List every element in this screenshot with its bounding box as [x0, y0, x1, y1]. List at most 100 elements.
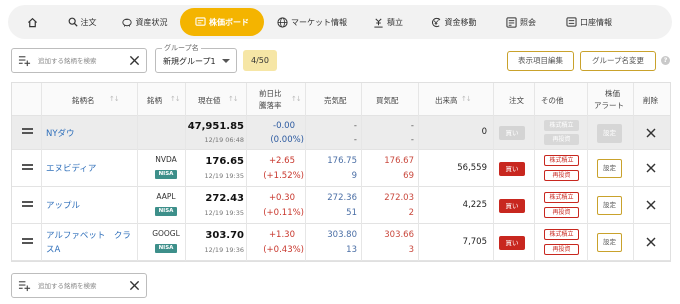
bid-qty: 2	[408, 208, 414, 218]
reinvest-button[interactable]: 再投資	[544, 170, 579, 181]
alert-setting-button[interactable]: 設定	[597, 233, 622, 252]
stock-name-link-line2[interactable]: スA	[46, 243, 60, 255]
close-icon[interactable]	[646, 163, 656, 173]
stock-code: GOOGL	[152, 229, 180, 238]
sort-icon[interactable]: ↑↓	[109, 95, 120, 103]
buy-button[interactable]: 買い	[499, 236, 525, 250]
nav-tsumitate[interactable]: 積立	[360, 5, 416, 39]
stock-tsumitate-button[interactable]: 株式積立	[544, 192, 579, 203]
price-change-pct: (+1.52%)	[263, 171, 304, 181]
nav-home[interactable]	[8, 5, 56, 39]
ask-price: -	[353, 121, 357, 131]
ask-qty: -	[353, 135, 357, 145]
stock-board-table: 銘柄名 ↑↓ 銘柄 ↑↓ 現在値 ↑↓ 前日比 騰落率 ↑↓ 売気配 買気配 出…	[11, 82, 671, 262]
col-code-header[interactable]: 銘柄	[147, 95, 162, 106]
nav-tsumitate-label: 積立	[387, 17, 403, 27]
nav-stock-board[interactable]: 株価ボード	[180, 8, 264, 36]
nav-account[interactable]: 口座情報	[552, 5, 626, 39]
volume: 0	[481, 127, 487, 137]
reinvest-button: 再投資	[544, 134, 579, 145]
drag-handle-icon[interactable]	[22, 238, 33, 246]
price-change-pct: (+0.11%)	[263, 208, 304, 218]
nav-market-info-label: マーケット情報	[291, 17, 347, 27]
bid-qty: -	[410, 135, 414, 145]
clear-search-icon[interactable]	[129, 55, 140, 66]
close-icon[interactable]	[646, 237, 656, 247]
coins-icon	[374, 17, 383, 28]
buy-button[interactable]: 買い	[499, 199, 525, 213]
buy-button[interactable]: 買い	[499, 162, 525, 176]
add-list-icon	[18, 56, 31, 67]
edit-columns-button[interactable]: 表示項目編集	[507, 51, 574, 71]
reinvest-button[interactable]: 再投資	[544, 207, 579, 218]
stock-code: AAPL	[156, 192, 176, 201]
stock-name-link[interactable]: アップル	[46, 199, 80, 211]
main-nav: 注文 資産状況 株価ボード マーケット情報 積立 資金移動 照会 口座情報	[8, 5, 672, 39]
col-name-header[interactable]: 銘柄名	[72, 95, 95, 106]
add-stock-search-input[interactable]	[38, 53, 124, 69]
price-change: +0.30	[268, 193, 295, 203]
sort-icon[interactable]: ↑↓	[170, 95, 181, 103]
nisa-badge: NISA	[155, 207, 177, 216]
stock-tsumitate-button[interactable]: 株式積立	[544, 155, 579, 166]
add-stock-search[interactable]	[11, 48, 147, 73]
col-change-pct-header[interactable]: 騰落率	[259, 100, 282, 111]
help-icon[interactable]: ?	[661, 56, 670, 65]
ask-qty: 9	[351, 171, 357, 181]
alert-setting-button[interactable]: 設定	[597, 159, 622, 178]
price-change: -0.00	[273, 121, 295, 131]
group-select[interactable]: グループ名 新規グループ1	[155, 43, 237, 73]
ask-price[interactable]: 303.80	[327, 230, 357, 240]
buy-button: 買い	[499, 126, 525, 140]
sort-icon[interactable]: ↑↓	[461, 95, 472, 103]
close-icon[interactable]	[646, 200, 656, 210]
ask-qty: 51	[346, 208, 357, 218]
col-alert-header: 株価	[605, 89, 620, 98]
add-list-icon	[18, 281, 31, 292]
bid-qty: 3	[408, 245, 414, 255]
alert-setting-button: 設定	[597, 124, 622, 143]
nav-market-info[interactable]: マーケット情報	[264, 5, 360, 39]
col-alert-header-2: アラート	[594, 101, 624, 110]
ask-price[interactable]: 176.75	[327, 156, 357, 166]
current-price: 272.43	[205, 193, 244, 204]
drag-handle-icon[interactable]	[22, 164, 33, 172]
price-change-pct: (+0.43%)	[263, 245, 304, 255]
stock-tsumitate-button[interactable]: 株式積立	[544, 229, 579, 240]
volume: 7,705	[462, 237, 487, 247]
nav-transfer[interactable]: 資金移動	[416, 5, 490, 39]
table-row: アップル AAPL NISA 272.43 12/19 19:35 +0.30 …	[12, 187, 670, 224]
price-time: 12/19 19:35	[204, 209, 244, 217]
col-change-header[interactable]: 前日比	[259, 88, 282, 99]
stock-name-link[interactable]: アルファベット クラ	[46, 229, 131, 241]
nav-account-label: 口座情報	[580, 17, 612, 27]
stock-name-link[interactable]: NYダウ	[46, 127, 75, 139]
bid-price[interactable]: 303.66	[384, 230, 414, 240]
nav-order[interactable]: 注文	[56, 5, 108, 39]
reinvest-button[interactable]: 再投資	[544, 244, 579, 255]
nav-assets-label: 資産状況	[135, 17, 168, 27]
chevron-down-icon	[222, 59, 230, 63]
col-price-header[interactable]: 現在値	[198, 95, 221, 106]
drag-handle-icon[interactable]	[22, 128, 33, 136]
alert-setting-button[interactable]: 設定	[597, 196, 622, 215]
bid-price[interactable]: 176.67	[384, 156, 414, 166]
table-row: エヌビディア NVDA NISA 176.65 12/19 19:35 +2.6…	[12, 150, 670, 187]
stock-name-link[interactable]: エヌビディア	[46, 162, 96, 174]
clear-search-icon[interactable]	[129, 280, 140, 291]
ask-price[interactable]: 272.36	[327, 193, 357, 203]
bid-price[interactable]: 272.03	[384, 193, 414, 203]
drag-handle-icon[interactable]	[22, 201, 33, 209]
col-volume-header[interactable]: 出来高	[435, 95, 458, 106]
add-stock-search-bottom-input[interactable]	[38, 278, 124, 294]
close-icon[interactable]	[646, 128, 656, 138]
rename-group-button[interactable]: グループ名変更	[580, 51, 656, 71]
sort-icon[interactable]: ↑↓	[291, 95, 302, 103]
add-stock-search-bottom[interactable]	[11, 273, 147, 298]
nav-inquiry[interactable]: 照会	[490, 5, 552, 39]
nav-assets[interactable]: 資産状況	[108, 5, 180, 39]
current-price: 47,951.85	[187, 121, 244, 132]
sort-icon[interactable]: ↑↓	[228, 95, 239, 103]
stock-code: NVDA	[155, 155, 177, 164]
inquiry-icon	[506, 16, 517, 28]
